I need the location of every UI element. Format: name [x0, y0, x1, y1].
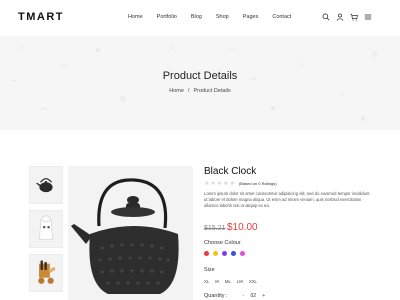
nav-pages[interactable]: Pages	[243, 14, 259, 20]
cast-iron-teapot	[71, 178, 179, 294]
nav-shop[interactable]: Shop	[216, 14, 229, 20]
banner-pattern: ⌒	[230, 50, 237, 57]
color-label: Choose Colour	[204, 240, 241, 246]
breadcrumb-separator: /	[187, 88, 190, 94]
size-option[interactable]: ML	[225, 279, 231, 284]
size-option[interactable]: XL	[204, 279, 209, 284]
breadcrumb: Home / Product Details	[0, 88, 400, 94]
quantity-input[interactable]: 02	[248, 293, 258, 299]
logo[interactable]: TMART	[18, 11, 64, 23]
nav-portfolio[interactable]: Portfolio	[157, 14, 177, 20]
quantity-label: Quantity :	[204, 293, 228, 299]
product-rating: ★ ★ ★ ★ ★ (Based on 0 Ratings)	[204, 180, 277, 187]
banner-pattern: ◌	[300, 61, 305, 68]
thumbnail-teapot[interactable]	[29, 166, 63, 204]
color-swatch-red[interactable]	[204, 251, 209, 256]
banner-pattern: ◎	[120, 96, 127, 103]
cart-toy-thumbnail	[38, 260, 56, 284]
breadcrumb-current: Product Details	[193, 88, 231, 94]
color-swatch-pink[interactable]	[240, 251, 245, 256]
page-title: Product Details	[162, 70, 238, 82]
old-price: $15.21	[204, 225, 226, 232]
site-header: TMART Home Portfolio Blog Shop Pages Con…	[0, 0, 400, 36]
star-icon[interactable]: ★	[217, 180, 222, 187]
breadcrumb-home[interactable]: Home	[169, 88, 184, 94]
current-price: $10.00	[227, 222, 258, 233]
quantity-decrease-button[interactable]: -	[243, 293, 245, 299]
star-icon[interactable]: ★	[210, 180, 215, 187]
nav-contact[interactable]: Contact	[272, 14, 291, 20]
header-icons	[321, 12, 377, 21]
product-description: Lorem ipsum dolor sit amet consectetur a…	[204, 191, 370, 209]
banner-pattern: ◌	[20, 46, 25, 53]
rating-count: (Based on 0 Ratings)	[238, 181, 277, 186]
figurine-thumbnail	[39, 215, 53, 240]
user-icon[interactable]	[335, 12, 344, 21]
banner-pattern: ～	[40, 106, 47, 113]
search-icon[interactable]	[321, 12, 330, 21]
star-icon[interactable]: ★	[223, 180, 228, 187]
quantity-stepper: Quantity : - 02 +	[204, 293, 269, 299]
color-swatch-purple[interactable]	[222, 251, 227, 256]
menu-icon[interactable]	[363, 12, 372, 21]
nav-blog[interactable]: Blog	[191, 14, 202, 20]
main-product-image[interactable]	[68, 166, 193, 300]
size-option[interactable]: XXL	[249, 279, 257, 284]
banner-pattern: ○	[170, 44, 175, 51]
banner-pattern: ⌒	[10, 81, 17, 88]
cart-icon[interactable]	[349, 12, 358, 21]
thumbnail-figurine[interactable]	[29, 210, 63, 248]
color-swatches	[204, 251, 249, 256]
color-swatch-yellow[interactable]	[213, 251, 218, 256]
star-icon[interactable]: ★	[204, 180, 209, 187]
banner-pattern: ✕	[360, 116, 366, 123]
color-swatch-blue[interactable]	[231, 251, 236, 256]
size-option[interactable]: LM	[237, 279, 243, 284]
nav-home[interactable]: Home	[128, 14, 143, 20]
banner-pattern: ◎	[372, 51, 379, 58]
banner-pattern: ✕	[270, 106, 276, 113]
star-icon[interactable]: ★	[230, 180, 235, 187]
teapot-thumbnail	[36, 178, 53, 193]
quantity-increase-button[interactable]: +	[262, 293, 265, 299]
banner-pattern: ✕	[95, 48, 101, 55]
size-label: Size	[204, 267, 215, 273]
thumbnail-cart-toy[interactable]	[29, 254, 63, 292]
size-option[interactable]: M	[215, 279, 219, 284]
main-nav: Home Portfolio Blog Shop Pages Contact	[128, 14, 305, 20]
product-title: Black Clock	[204, 166, 257, 177]
size-options: XL M ML LM XXL	[204, 279, 263, 284]
page-banner: ◌ ⌒ ✕ ◎ ～ ○ ⌒ ✕ ◌ ○ ◎ ～ ⌒ ✕ Product Deta…	[0, 36, 400, 130]
